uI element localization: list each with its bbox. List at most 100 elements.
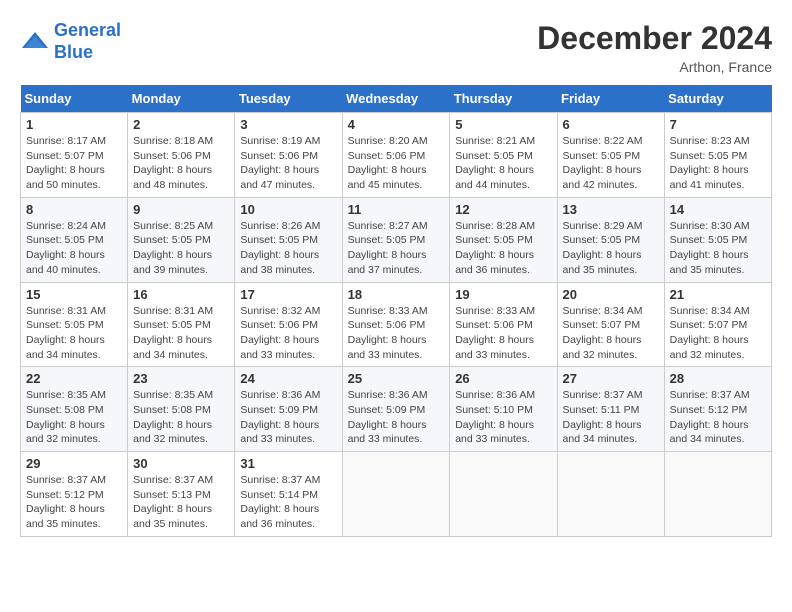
- day-info: Sunrise: 8:24 AMSunset: 5:05 PMDaylight:…: [26, 219, 122, 278]
- day-number: 19: [455, 287, 551, 302]
- day-number: 18: [348, 287, 445, 302]
- day-number: 11: [348, 202, 445, 217]
- day-info: Sunrise: 8:37 AMSunset: 5:12 PMDaylight:…: [670, 388, 766, 447]
- day-info: Sunrise: 8:37 AMSunset: 5:11 PMDaylight:…: [563, 388, 659, 447]
- day-number: 29: [26, 456, 122, 471]
- logo: General Blue: [20, 20, 121, 63]
- day-cell-20: 20 Sunrise: 8:34 AMSunset: 5:07 PMDaylig…: [557, 282, 664, 367]
- empty-cell: [342, 452, 450, 537]
- day-number: 22: [26, 371, 122, 386]
- day-cell-25: 25 Sunrise: 8:36 AMSunset: 5:09 PMDaylig…: [342, 367, 450, 452]
- header-monday: Monday: [128, 85, 235, 113]
- header-saturday: Saturday: [664, 85, 771, 113]
- day-number: 3: [240, 117, 336, 132]
- day-cell-23: 23 Sunrise: 8:35 AMSunset: 5:08 PMDaylig…: [128, 367, 235, 452]
- logo-icon: [20, 30, 50, 54]
- day-cell-24: 24 Sunrise: 8:36 AMSunset: 5:09 PMDaylig…: [235, 367, 342, 452]
- day-info: Sunrise: 8:22 AMSunset: 5:05 PMDaylight:…: [563, 134, 659, 193]
- day-info: Sunrise: 8:25 AMSunset: 5:05 PMDaylight:…: [133, 219, 229, 278]
- page-header: General Blue December 2024 Arthon, Franc…: [20, 20, 772, 75]
- day-number: 17: [240, 287, 336, 302]
- day-info: Sunrise: 8:36 AMSunset: 5:09 PMDaylight:…: [240, 388, 336, 447]
- day-cell-8: 8 Sunrise: 8:24 AMSunset: 5:05 PMDayligh…: [21, 197, 128, 282]
- day-info: Sunrise: 8:31 AMSunset: 5:05 PMDaylight:…: [26, 304, 122, 363]
- day-number: 7: [670, 117, 766, 132]
- day-cell-2: 2 Sunrise: 8:18 AMSunset: 5:06 PMDayligh…: [128, 113, 235, 198]
- day-number: 16: [133, 287, 229, 302]
- day-cell-14: 14 Sunrise: 8:30 AMSunset: 5:05 PMDaylig…: [664, 197, 771, 282]
- day-cell-22: 22 Sunrise: 8:35 AMSunset: 5:08 PMDaylig…: [21, 367, 128, 452]
- day-cell-17: 17 Sunrise: 8:32 AMSunset: 5:06 PMDaylig…: [235, 282, 342, 367]
- day-number: 27: [563, 371, 659, 386]
- day-number: 24: [240, 371, 336, 386]
- week-row-4: 22 Sunrise: 8:35 AMSunset: 5:08 PMDaylig…: [21, 367, 772, 452]
- day-info: Sunrise: 8:20 AMSunset: 5:06 PMDaylight:…: [348, 134, 445, 193]
- day-info: Sunrise: 8:33 AMSunset: 5:06 PMDaylight:…: [348, 304, 445, 363]
- day-cell-29: 29 Sunrise: 8:37 AMSunset: 5:12 PMDaylig…: [21, 452, 128, 537]
- day-cell-12: 12 Sunrise: 8:28 AMSunset: 5:05 PMDaylig…: [450, 197, 557, 282]
- calendar-header-row: SundayMondayTuesdayWednesdayThursdayFrid…: [21, 85, 772, 113]
- day-info: Sunrise: 8:31 AMSunset: 5:05 PMDaylight:…: [133, 304, 229, 363]
- day-info: Sunrise: 8:36 AMSunset: 5:09 PMDaylight:…: [348, 388, 445, 447]
- day-cell-4: 4 Sunrise: 8:20 AMSunset: 5:06 PMDayligh…: [342, 113, 450, 198]
- day-info: Sunrise: 8:30 AMSunset: 5:05 PMDaylight:…: [670, 219, 766, 278]
- header-wednesday: Wednesday: [342, 85, 450, 113]
- day-cell-9: 9 Sunrise: 8:25 AMSunset: 5:05 PMDayligh…: [128, 197, 235, 282]
- calendar-table: SundayMondayTuesdayWednesdayThursdayFrid…: [20, 85, 772, 537]
- day-cell-10: 10 Sunrise: 8:26 AMSunset: 5:05 PMDaylig…: [235, 197, 342, 282]
- day-cell-15: 15 Sunrise: 8:31 AMSunset: 5:05 PMDaylig…: [21, 282, 128, 367]
- day-number: 13: [563, 202, 659, 217]
- day-number: 2: [133, 117, 229, 132]
- day-cell-13: 13 Sunrise: 8:29 AMSunset: 5:05 PMDaylig…: [557, 197, 664, 282]
- day-cell-18: 18 Sunrise: 8:33 AMSunset: 5:06 PMDaylig…: [342, 282, 450, 367]
- empty-cell: [664, 452, 771, 537]
- day-info: Sunrise: 8:35 AMSunset: 5:08 PMDaylight:…: [133, 388, 229, 447]
- day-number: 8: [26, 202, 122, 217]
- day-number: 20: [563, 287, 659, 302]
- day-cell-3: 3 Sunrise: 8:19 AMSunset: 5:06 PMDayligh…: [235, 113, 342, 198]
- day-number: 21: [670, 287, 766, 302]
- day-info: Sunrise: 8:35 AMSunset: 5:08 PMDaylight:…: [26, 388, 122, 447]
- day-info: Sunrise: 8:29 AMSunset: 5:05 PMDaylight:…: [563, 219, 659, 278]
- day-info: Sunrise: 8:27 AMSunset: 5:05 PMDaylight:…: [348, 219, 445, 278]
- day-info: Sunrise: 8:23 AMSunset: 5:05 PMDaylight:…: [670, 134, 766, 193]
- day-info: Sunrise: 8:28 AMSunset: 5:05 PMDaylight:…: [455, 219, 551, 278]
- day-number: 30: [133, 456, 229, 471]
- main-title: December 2024: [537, 20, 772, 57]
- day-cell-21: 21 Sunrise: 8:34 AMSunset: 5:07 PMDaylig…: [664, 282, 771, 367]
- day-cell-30: 30 Sunrise: 8:37 AMSunset: 5:13 PMDaylig…: [128, 452, 235, 537]
- day-number: 10: [240, 202, 336, 217]
- week-row-3: 15 Sunrise: 8:31 AMSunset: 5:05 PMDaylig…: [21, 282, 772, 367]
- subtitle: Arthon, France: [537, 59, 772, 75]
- day-number: 15: [26, 287, 122, 302]
- empty-cell: [557, 452, 664, 537]
- day-cell-1: 1 Sunrise: 8:17 AMSunset: 5:07 PMDayligh…: [21, 113, 128, 198]
- day-cell-16: 16 Sunrise: 8:31 AMSunset: 5:05 PMDaylig…: [128, 282, 235, 367]
- day-info: Sunrise: 8:32 AMSunset: 5:06 PMDaylight:…: [240, 304, 336, 363]
- day-info: Sunrise: 8:37 AMSunset: 5:12 PMDaylight:…: [26, 473, 122, 532]
- logo-text: General Blue: [54, 20, 121, 63]
- header-sunday: Sunday: [21, 85, 128, 113]
- day-info: Sunrise: 8:21 AMSunset: 5:05 PMDaylight:…: [455, 134, 551, 193]
- day-number: 14: [670, 202, 766, 217]
- day-cell-5: 5 Sunrise: 8:21 AMSunset: 5:05 PMDayligh…: [450, 113, 557, 198]
- day-number: 9: [133, 202, 229, 217]
- day-cell-27: 27 Sunrise: 8:37 AMSunset: 5:11 PMDaylig…: [557, 367, 664, 452]
- day-number: 26: [455, 371, 551, 386]
- week-row-1: 1 Sunrise: 8:17 AMSunset: 5:07 PMDayligh…: [21, 113, 772, 198]
- day-number: 28: [670, 371, 766, 386]
- day-number: 23: [133, 371, 229, 386]
- week-row-5: 29 Sunrise: 8:37 AMSunset: 5:12 PMDaylig…: [21, 452, 772, 537]
- empty-cell: [450, 452, 557, 537]
- week-row-2: 8 Sunrise: 8:24 AMSunset: 5:05 PMDayligh…: [21, 197, 772, 282]
- day-number: 5: [455, 117, 551, 132]
- day-info: Sunrise: 8:34 AMSunset: 5:07 PMDaylight:…: [563, 304, 659, 363]
- header-thursday: Thursday: [450, 85, 557, 113]
- day-info: Sunrise: 8:17 AMSunset: 5:07 PMDaylight:…: [26, 134, 122, 193]
- day-info: Sunrise: 8:33 AMSunset: 5:06 PMDaylight:…: [455, 304, 551, 363]
- day-number: 1: [26, 117, 122, 132]
- day-info: Sunrise: 8:37 AMSunset: 5:13 PMDaylight:…: [133, 473, 229, 532]
- day-cell-6: 6 Sunrise: 8:22 AMSunset: 5:05 PMDayligh…: [557, 113, 664, 198]
- day-number: 4: [348, 117, 445, 132]
- day-cell-31: 31 Sunrise: 8:37 AMSunset: 5:14 PMDaylig…: [235, 452, 342, 537]
